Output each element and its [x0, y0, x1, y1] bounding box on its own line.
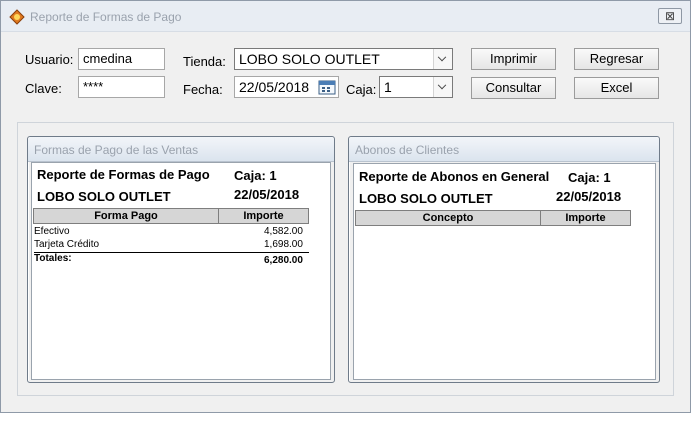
imprimir-button[interactable]: Imprimir — [471, 48, 556, 70]
excel-button[interactable]: Excel — [574, 77, 659, 99]
chevron-down-icon[interactable] — [433, 77, 452, 97]
clave-label: Clave: — [25, 81, 62, 96]
abonos-store: LOBO SOLO OUTLET — [359, 191, 493, 206]
caja-select[interactable]: 1 — [379, 76, 453, 98]
chevron-down-icon[interactable] — [433, 49, 452, 69]
col-concepto: Concepto — [355, 210, 541, 226]
ventas-group-header: Formas de Pago de las Ventas — [28, 137, 334, 162]
ventas-group: Formas de Pago de las Ventas Reporte de … — [27, 136, 335, 383]
row-tarjeta-importe: 1,698.00 — [264, 239, 303, 250]
tienda-select[interactable]: LOBO SOLO OUTLET — [234, 48, 453, 70]
window-title: Reporte de Formas de Pago — [30, 10, 182, 24]
regresar-button[interactable]: Regresar — [574, 48, 659, 70]
abonos-group: Abonos de Clientes Reporte de Abonos en … — [348, 136, 660, 383]
consultar-button[interactable]: Consultar — [471, 77, 556, 99]
usuario-input[interactable]: cmedina — [78, 48, 165, 70]
close-button[interactable]: ⊠ — [658, 8, 682, 24]
col-importe-abonos: Importe — [540, 210, 631, 226]
tienda-label: Tienda: — [183, 54, 226, 69]
app-icon — [9, 9, 25, 25]
tienda-value: LOBO SOLO OUTLET — [239, 51, 380, 67]
calendar-icon[interactable] — [318, 79, 336, 95]
caja-value: 1 — [384, 79, 392, 95]
abonos-group-title: Abonos de Clientes — [355, 143, 460, 157]
caja-label: Caja: — [346, 82, 377, 97]
ventas-report: Reporte de Formas de Pago Caja: 1 LOBO S… — [31, 162, 331, 380]
clave-input[interactable]: **** — [78, 76, 165, 98]
ventas-date: 22/05/2018 — [234, 187, 300, 202]
ventas-report-title: Reporte de Formas de Pago — [37, 167, 210, 182]
fecha-input[interactable]: 22/05/2018 — [234, 76, 339, 98]
report-window: Reporte de Formas de Pago ⊠ Usuario: cme… — [0, 0, 691, 413]
totals-rule — [34, 252, 309, 253]
abonos-report: Reporte de Abonos en General Caja: 1 LOB… — [353, 163, 656, 380]
title-bar: Reporte de Formas de Pago ⊠ — [1, 1, 690, 32]
abonos-group-header: Abonos de Clientes — [349, 137, 659, 162]
abonos-caja: Caja: 1 — [568, 170, 611, 185]
fecha-value: 22/05/2018 — [239, 79, 310, 95]
ventas-group-title: Formas de Pago de las Ventas — [34, 143, 199, 157]
totals-value: 6,280.00 — [264, 255, 303, 266]
col-importe: Importe — [218, 208, 309, 224]
ventas-caja: Caja: 1 — [234, 168, 277, 183]
abonos-date: 22/05/2018 — [556, 189, 622, 204]
col-forma-pago: Forma Pago — [33, 208, 219, 224]
close-icon: ⊠ — [664, 9, 676, 23]
totals-label: Totales: — [34, 253, 72, 264]
abonos-report-title: Reporte de Abonos en General — [359, 169, 550, 184]
row-tarjeta-forma: Tarjeta Crédito — [34, 239, 100, 250]
usuario-label: Usuario: — [25, 52, 74, 67]
row-efectivo-forma: Efectivo — [34, 226, 70, 237]
fecha-label: Fecha: — [183, 82, 223, 97]
row-efectivo-importe: 4,582.00 — [264, 226, 303, 237]
ventas-store: LOBO SOLO OUTLET — [37, 189, 171, 204]
